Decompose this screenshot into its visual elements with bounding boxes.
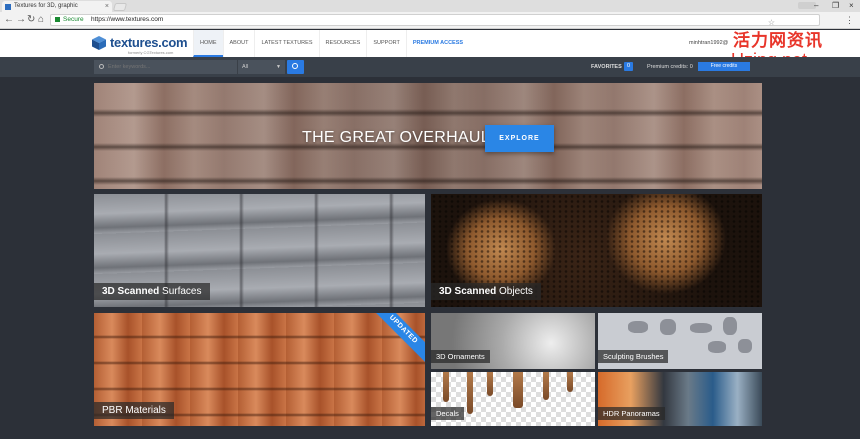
tile-label-pbr: PBR Materials xyxy=(94,402,174,419)
nav-premium-access[interactable]: PREMIUM ACCESS xyxy=(405,30,469,57)
nav-home[interactable]: HOME xyxy=(193,30,223,57)
drip-shape xyxy=(487,372,493,396)
address-bar: ← → ↻ ⌂ Secure https://www.textures.com … xyxy=(0,12,860,29)
drip-shape xyxy=(513,372,523,408)
label-bold: 3D Scanned xyxy=(439,286,497,297)
hero-banner[interactable]: THE GREAT OVERHAUL EXPLORE xyxy=(94,83,762,189)
tile-3d-scanned-objects[interactable]: 3D Scanned Objects xyxy=(431,194,762,307)
nav-resources[interactable]: RESOURCES xyxy=(318,30,367,57)
secure-label: Secure xyxy=(63,16,84,23)
brush-shape xyxy=(660,319,676,335)
nav-support[interactable]: SUPPORT xyxy=(366,30,406,57)
drip-shape xyxy=(467,372,473,414)
favorites-count-badge[interactable]: 0 xyxy=(624,62,633,71)
label-bold: 3D Scanned xyxy=(102,286,160,297)
tile-hdr-panoramas[interactable]: HDR Panoramas xyxy=(598,372,762,426)
tile-label-surfaces: 3D Scanned Surfaces xyxy=(94,283,210,300)
tile-decals[interactable]: Decals xyxy=(431,372,595,426)
maximize-icon[interactable]: ❐ xyxy=(832,0,839,12)
watermark-chinese: 活力网资讯 xyxy=(733,31,823,50)
logo-tagline: formerly CGTextures.com xyxy=(128,50,174,55)
tile-label-ornaments: 3D Ornaments xyxy=(431,350,490,363)
tile-pbr-materials[interactable]: UPDATED PBR Materials xyxy=(94,313,425,426)
reload-icon[interactable]: ↻ xyxy=(27,14,35,26)
search-field-icon xyxy=(99,64,104,69)
category-select[interactable]: All ▼ xyxy=(237,60,285,74)
updated-badge: UPDATED xyxy=(365,313,425,368)
nav-about[interactable]: ABOUT xyxy=(222,30,255,57)
lock-icon xyxy=(55,17,60,22)
main-nav: HOME ABOUT LATEST TEXTURES RESOURCES SUP… xyxy=(193,30,469,57)
search-input[interactable] xyxy=(94,60,237,74)
explore-button[interactable]: EXPLORE xyxy=(485,125,554,152)
tile-label-hdr: HDR Panoramas xyxy=(598,407,665,420)
forward-icon[interactable]: → xyxy=(16,14,26,26)
drip-shape xyxy=(567,372,573,392)
home-icon[interactable]: ⌂ xyxy=(38,14,44,26)
tile-label-sculpting: Sculpting Brushes xyxy=(598,350,669,363)
hero-title: THE GREAT OVERHAUL xyxy=(302,129,490,146)
drip-shape xyxy=(443,372,449,402)
browser-tab-bar: Textures for 3D, graphic × – ❐ × xyxy=(0,0,860,12)
new-tab-button[interactable] xyxy=(112,3,128,11)
site-favicon-icon xyxy=(5,4,11,10)
minimize-icon[interactable]: – xyxy=(814,0,818,12)
label-rest: Surfaces xyxy=(159,286,202,297)
brush-shape xyxy=(708,341,726,353)
account-name[interactable]: minhtran1992@ xyxy=(689,40,728,46)
brush-shape xyxy=(690,323,712,333)
back-icon[interactable]: ← xyxy=(4,14,14,26)
logo-cube-icon[interactable] xyxy=(92,36,106,50)
brush-shape xyxy=(628,321,648,333)
chevron-down-icon: ▼ xyxy=(276,64,281,70)
tile-3d-ornaments[interactable]: 3D Ornaments xyxy=(431,313,595,369)
tile-sculpting-brushes[interactable]: Sculpting Brushes xyxy=(598,313,762,369)
tab-title: Textures for 3D, graphic xyxy=(14,3,78,9)
close-window-icon[interactable]: × xyxy=(849,0,854,12)
drip-shape xyxy=(543,372,549,400)
favorites-label[interactable]: FAVORITES xyxy=(591,64,622,70)
premium-credits: Premium credits: 0 xyxy=(647,64,693,70)
search-icon xyxy=(292,63,298,69)
tab-close-icon[interactable]: × xyxy=(105,1,109,12)
logo-text[interactable]: textures.com xyxy=(110,35,188,50)
search-bar: All ▼ FAVORITES 0 Premium credits: 0 Fre… xyxy=(0,57,860,77)
tile-3d-scanned-surfaces[interactable]: 3D Scanned Surfaces xyxy=(94,194,425,307)
browser-menu-icon[interactable]: ⋮ xyxy=(845,14,854,26)
free-credits-button[interactable]: Free credits xyxy=(698,62,750,71)
nav-latest-textures[interactable]: LATEST TEXTURES xyxy=(254,30,318,57)
brush-shape xyxy=(723,317,737,335)
tile-label-objects: 3D Scanned Objects xyxy=(431,283,541,300)
url-field[interactable]: Secure https://www.textures.com ☆ xyxy=(50,14,820,27)
label-rest: Objects xyxy=(496,286,533,297)
url-text: https://www.textures.com xyxy=(91,16,164,23)
category-value: All xyxy=(242,64,249,70)
search-button[interactable] xyxy=(287,60,304,74)
tile-label-decals: Decals xyxy=(431,407,464,420)
brush-shape xyxy=(738,339,752,353)
browser-tab[interactable]: Textures for 3D, graphic × xyxy=(2,1,112,12)
